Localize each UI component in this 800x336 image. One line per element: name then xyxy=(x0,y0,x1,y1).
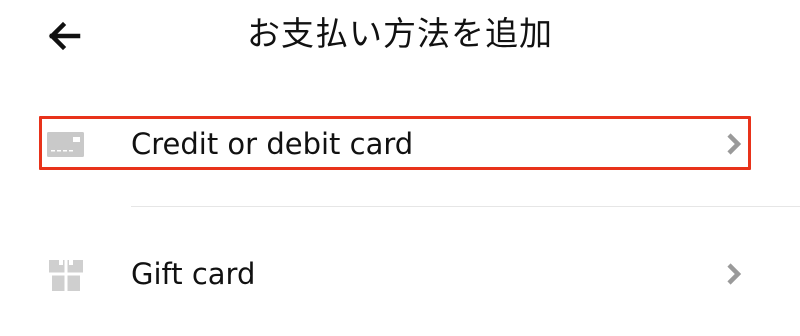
payment-option-label: Credit or debit card xyxy=(131,127,414,161)
credit-card-icon xyxy=(46,124,86,164)
payment-option-gift-card[interactable]: Gift card xyxy=(0,242,800,306)
header: お支払い方法を追加 xyxy=(0,0,800,72)
gift-icon xyxy=(46,254,86,294)
payment-option-label: Gift card xyxy=(131,257,256,291)
chevron-right-icon xyxy=(724,130,744,158)
divider xyxy=(131,206,800,207)
add-payment-method-screen: お支払い方法を追加 Credit or debit card Gift card xyxy=(0,0,800,336)
page-title: お支払い方法を追加 xyxy=(247,14,553,53)
payment-option-credit-card[interactable]: Credit or debit card xyxy=(0,112,800,176)
chevron-right-icon xyxy=(724,260,744,288)
